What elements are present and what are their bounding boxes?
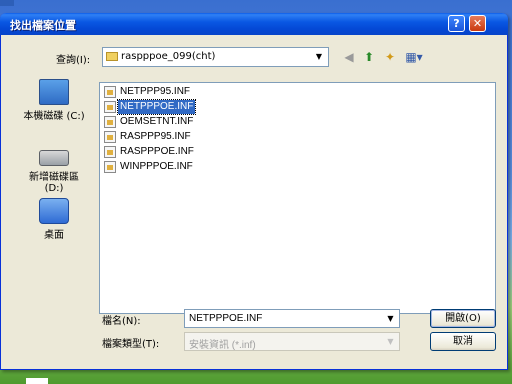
back-icon[interactable]: ◀ bbox=[341, 49, 357, 65]
chevron-down-icon[interactable]: ▼ bbox=[312, 50, 326, 64]
filename-combo[interactable]: NETPPPOE.INF ▼ bbox=[184, 309, 400, 328]
file-list[interactable]: NETPPP95.INF NETPPPOE.INF OEMSETNT.INF R… bbox=[99, 82, 496, 314]
help-button[interactable]: ? bbox=[448, 15, 465, 32]
find-file-dialog: 找出檔案位置 ? ✕ 查詢(I): raspppoe_099(cht) ▼ ◀ … bbox=[0, 13, 508, 370]
file-name: RASPPPOE.INF bbox=[120, 146, 194, 157]
place-local-disk-c[interactable]: 本機磁碟 (C:) bbox=[19, 79, 89, 122]
folder-icon bbox=[106, 52, 118, 61]
filename-value: NETPPPOE.INF bbox=[189, 313, 263, 324]
lookin-label: 查詢(I): bbox=[56, 55, 91, 66]
place-volume-d[interactable]: 新增磁碟區 (D:) bbox=[19, 144, 89, 194]
place-label: 新增磁碟區 (D:) bbox=[29, 172, 79, 194]
chevron-down-icon[interactable]: ▼ bbox=[384, 312, 397, 325]
lookin-dropdown[interactable]: raspppoe_099(cht) ▼ bbox=[102, 47, 329, 67]
place-label: 桌面 bbox=[44, 230, 64, 241]
cancel-button[interactable]: 取消 bbox=[430, 332, 496, 351]
inf-file-icon bbox=[104, 86, 116, 98]
filetype-label: 檔案類型(T): bbox=[102, 339, 160, 350]
new-folder-icon[interactable]: ✦ bbox=[382, 49, 398, 65]
title-bar[interactable]: 找出檔案位置 ? ✕ bbox=[0, 13, 508, 35]
desktop-corner-icon bbox=[0, 0, 14, 6]
place-desktop[interactable]: 桌面 bbox=[19, 198, 89, 241]
file-name: WINPPPOE.INF bbox=[120, 161, 193, 172]
lookin-value: raspppoe_099(cht) bbox=[121, 51, 216, 62]
place-label: 本機磁碟 (C:) bbox=[23, 111, 85, 122]
file-name: OEMSETNT.INF bbox=[120, 116, 194, 127]
desktop-icon bbox=[39, 198, 69, 224]
inf-file-icon bbox=[104, 131, 116, 143]
inf-file-icon bbox=[104, 116, 116, 128]
dialog-title: 找出檔案位置 bbox=[10, 19, 76, 32]
views-menu-icon[interactable]: ▦▾ bbox=[403, 49, 425, 65]
inf-file-icon bbox=[104, 146, 116, 158]
up-folder-icon[interactable]: ⬆ bbox=[361, 49, 377, 65]
local-disk-icon bbox=[39, 79, 69, 105]
file-name: RASPPP95.INF bbox=[120, 131, 191, 142]
filetype-select: 安裝資訊 (*.inf) ▼ bbox=[184, 332, 400, 351]
filetype-value: 安裝資訊 (*.inf) bbox=[189, 340, 256, 351]
drive-icon bbox=[39, 150, 69, 166]
filename-label: 檔名(N): bbox=[102, 316, 141, 327]
file-name: NETPPPOE.INF bbox=[116, 99, 197, 115]
chevron-down-icon: ▼ bbox=[387, 337, 394, 346]
inf-file-icon bbox=[104, 101, 116, 113]
open-button[interactable]: 開啟(O) bbox=[430, 309, 496, 328]
taskbar-fragment bbox=[26, 378, 48, 384]
inf-file-icon bbox=[104, 161, 116, 173]
close-button[interactable]: ✕ bbox=[469, 15, 486, 32]
file-name: NETPPP95.INF bbox=[120, 86, 191, 97]
